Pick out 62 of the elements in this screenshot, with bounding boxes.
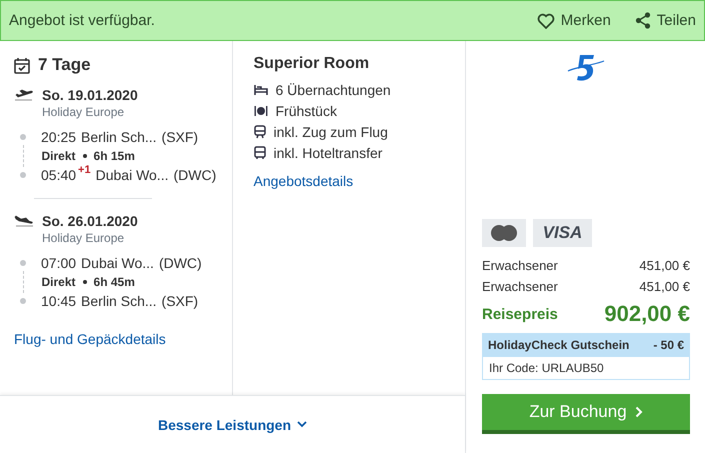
status-text: Angebot ist verfügbar. [9, 12, 156, 29]
bookmark-button[interactable]: Merken [536, 12, 611, 29]
more-services-button[interactable]: Bessere Leistungen [158, 416, 308, 432]
total-label: Reisepreis [482, 306, 558, 322]
airport-code: (SXF) [162, 293, 198, 309]
day-offset: +1 [78, 164, 91, 176]
chevron-right-icon [634, 406, 643, 418]
logo-icon [566, 53, 606, 83]
airport-name: Dubai Wo... [96, 167, 168, 183]
timeline-dot [20, 172, 26, 178]
price-label: Erwachsener [482, 279, 558, 294]
feature-text: inkl. Hoteltransfer [274, 144, 382, 160]
flight-date: So. 19.01.2020 [42, 87, 138, 103]
feature-text: 6 Übernachtungen [276, 82, 391, 98]
heart-icon [536, 12, 555, 28]
timeline-dot [20, 134, 26, 140]
bed-icon [254, 84, 268, 96]
price-amount: 451,00 € [639, 279, 690, 294]
timeline-dot [20, 298, 26, 304]
airport-code: (DWC) [173, 167, 216, 183]
calendar-icon [14, 56, 30, 74]
separator-dot [82, 154, 87, 158]
visa-logo: VISA [533, 219, 592, 247]
chevron-down-icon [297, 421, 308, 428]
price-label: Erwachsener [482, 258, 558, 273]
departure-time: 20:25 [41, 129, 76, 145]
flight-details-link[interactable]: Flug- und Gepäckdetails [14, 331, 166, 347]
airline-name: Holiday Europe [42, 105, 126, 119]
voucher-discount: - 50 € [653, 338, 684, 352]
share-icon [634, 12, 651, 29]
flight-date: So. 26.01.2020 [42, 213, 138, 229]
voucher-title: HolidayCheck Gutschein [488, 338, 630, 352]
airport-name: Berlin Sch... [81, 129, 157, 145]
card-circles-icon [489, 224, 519, 242]
airport-name: Berlin Sch... [81, 293, 157, 309]
offer-details-link[interactable]: Angebotsdetails [254, 173, 354, 189]
arrival-time: 05:40 [41, 167, 76, 183]
flight-duration: 6h 15m [94, 149, 135, 163]
stops-text: Direkt [42, 275, 76, 289]
airline-name: Holiday Europe [42, 231, 126, 245]
trip-duration: 7 Tage [38, 55, 91, 75]
share-button[interactable]: Teilen [634, 12, 696, 29]
airport-code: (DWC) [158, 255, 202, 271]
stops-text: Direkt [42, 149, 76, 163]
price-amount: 451,00 € [639, 258, 690, 273]
train-icon [254, 124, 266, 138]
room-title: Superior Room [254, 55, 370, 73]
airport-name: Dubai Wo... [81, 255, 154, 271]
total-price: 902,00 € [604, 301, 690, 327]
bus-icon [254, 146, 266, 160]
voucher-code: Ihr Code: URLAUB50 [482, 357, 690, 380]
plane-takeoff-icon [14, 89, 34, 101]
timeline-dot [20, 260, 26, 266]
flight-duration: 6h 45m [94, 275, 135, 289]
departure-time: 07:00 [41, 255, 76, 271]
airport-code: (SXF) [162, 129, 198, 145]
arrival-time: 10:45 [41, 293, 76, 309]
plane-landing-icon [14, 215, 34, 227]
plate-cutlery-icon [254, 104, 268, 116]
separator-dot [82, 280, 87, 284]
feature-text: inkl. Zug zum Flug [274, 124, 388, 140]
feature-text: Frühstück [276, 102, 337, 118]
